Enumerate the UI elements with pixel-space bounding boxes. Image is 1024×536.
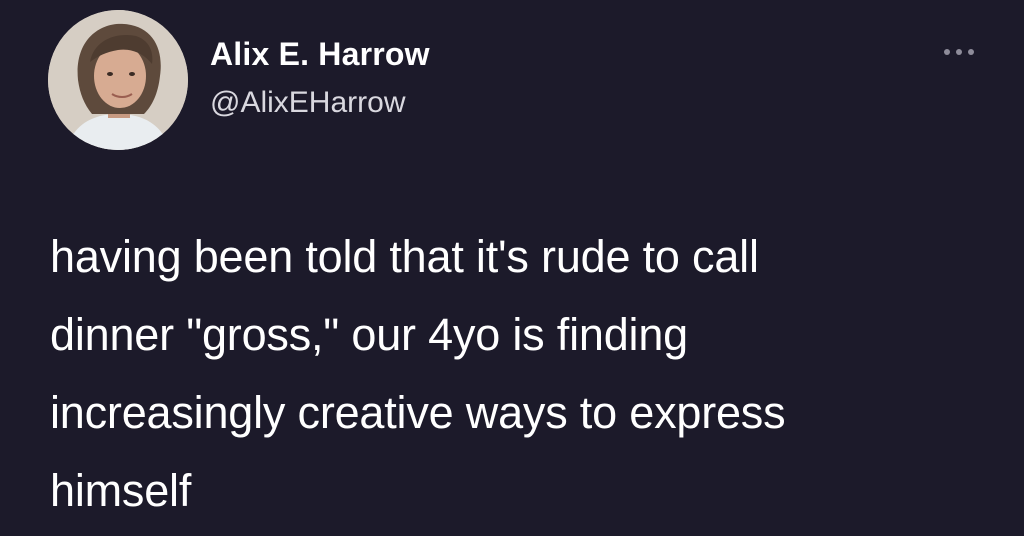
profile-photo-icon: [48, 10, 188, 150]
tweet-text: having been told that it's rude to call …: [50, 231, 786, 516]
author-handle[interactable]: @AlixEHarrow: [210, 86, 405, 120]
author-display-name[interactable]: Alix E. Harrow: [210, 36, 430, 73]
tweet-card: Alix E. Harrow @AlixEHarrow having been …: [0, 0, 1024, 536]
avatar[interactable]: [48, 10, 188, 150]
ellipsis-icon: [944, 49, 974, 55]
more-options-button[interactable]: [940, 40, 978, 64]
